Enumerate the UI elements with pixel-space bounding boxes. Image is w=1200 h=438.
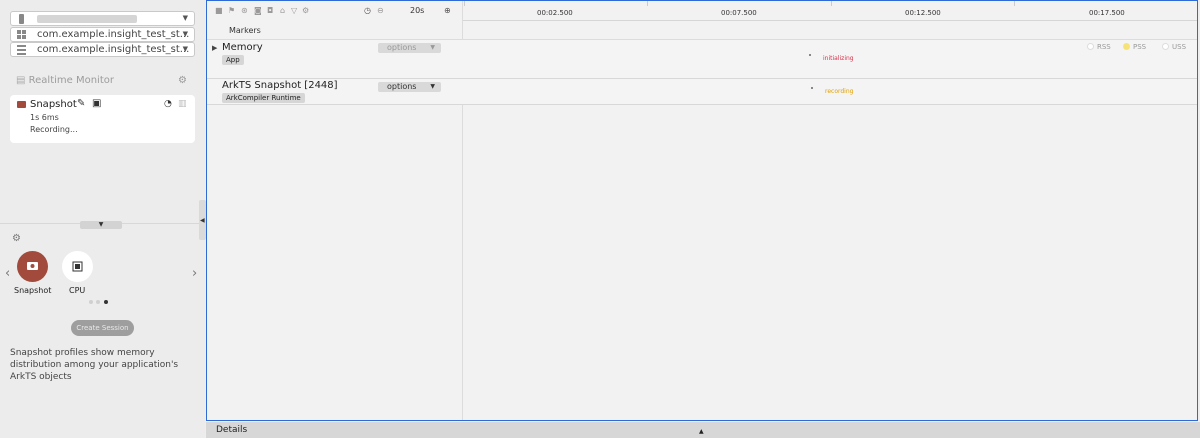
filter-icon[interactable]: ▽ (291, 6, 297, 15)
panel-resize-handle[interactable]: ◀ (199, 200, 206, 240)
legend-label: USS (1172, 43, 1187, 51)
legend-swatch (1087, 43, 1094, 50)
session-card[interactable]: Snapshot ✎ ▣ ◔ ▥ 1s 6ms Recording... (10, 95, 195, 143)
legend-rss[interactable]: RSS (1087, 43, 1111, 51)
zoom-in-icon[interactable]: ⊕ (444, 6, 451, 15)
track-tag: ArkCompiler Runtime (222, 93, 305, 103)
clock-icon[interactable]: ◷ (364, 6, 371, 15)
device-name-blurred (37, 15, 137, 23)
session-status: Recording... (30, 125, 78, 134)
zoom-out-icon[interactable]: ⊖ (377, 6, 384, 15)
ruler-tick (831, 1, 832, 6)
stop-icon[interactable]: ■ (215, 6, 223, 15)
edit-icon[interactable]: ✎ (77, 98, 85, 109)
chevron-down-icon: ▼ (182, 14, 188, 22)
expand-arrow-icon[interactable]: ▶ (212, 44, 217, 52)
realtime-monitor-section[interactable]: ▤ Realtime Monitor ⚙ (16, 75, 187, 86)
apps-icon (17, 30, 27, 40)
chevron-right-icon[interactable]: › (192, 266, 197, 281)
profiler-window: ▼ com.example.insight_test_st... ▼ com.e… (0, 0, 1200, 438)
snapshot-tool-button[interactable] (17, 251, 48, 282)
ruler-tick (464, 1, 465, 6)
legend-pss[interactable]: PSS (1123, 43, 1146, 51)
event-label: recording (825, 88, 854, 95)
tool-label-cpu: CPU (69, 286, 86, 295)
save-icon[interactable]: ▣ (92, 98, 101, 109)
event-label: initializing (823, 55, 854, 62)
options-label: options (387, 43, 417, 52)
track-tag: App (222, 55, 244, 65)
options-label: options (387, 82, 417, 91)
settings-icon[interactable]: ⚙ (302, 6, 309, 15)
cpu-tool-button[interactable] (62, 251, 93, 282)
page-dot[interactable] (89, 300, 93, 304)
duration-label: 20s (410, 6, 425, 15)
track-title: ArkTS Snapshot [2448] (222, 80, 338, 91)
settings-icon[interactable]: ⚙ (178, 75, 187, 86)
device-select[interactable]: ▼ (10, 11, 195, 26)
ruler-label: 00:02.500 (537, 9, 573, 17)
event-marker[interactable] (811, 87, 813, 89)
camera-icon (17, 101, 26, 108)
details-bar[interactable]: Details ▲ (206, 422, 1200, 438)
legend-uss[interactable]: USS (1162, 43, 1186, 51)
legend-label: RSS (1097, 43, 1111, 51)
app-select[interactable]: com.example.insight_test_st... ▼ (10, 27, 195, 42)
ruler-tick (647, 1, 648, 6)
process-icon (17, 45, 27, 55)
ruler-tick (1014, 1, 1015, 6)
chevron-up-icon[interactable]: ▲ (699, 424, 704, 438)
history-icon[interactable]: ◔ (164, 99, 172, 109)
chevron-down-icon: ▼ (182, 30, 188, 38)
legend-swatch (1162, 43, 1169, 50)
time-ruler[interactable]: 00:02.500 00:07.500 00:12.500 00:17.500 (463, 1, 1197, 21)
realtime-monitor-label: Realtime Monitor (28, 75, 114, 86)
process-select-value: com.example.insight_test_st... (37, 44, 190, 55)
collapse-handle[interactable]: ▼ (80, 221, 122, 229)
delete-icon[interactable]: ▥ (178, 99, 187, 109)
details-label: Details (216, 425, 248, 435)
ruler-label: 00:12.500 (905, 9, 941, 17)
event-marker[interactable] (809, 54, 811, 56)
legend-label: PSS (1133, 43, 1147, 51)
chevron-left-icon[interactable]: ‹ (5, 266, 10, 281)
settings-icon[interactable]: ⚙ (12, 233, 21, 244)
flag-icon[interactable]: ⚑ (228, 6, 235, 15)
process-select[interactable]: com.example.insight_test_st... ▼ (10, 42, 195, 57)
markers-label: Markers (229, 26, 261, 35)
chevron-down-icon: ▼ (182, 45, 188, 53)
page-dot-active[interactable] (104, 300, 108, 304)
create-session-button[interactable]: Create Session (71, 320, 134, 336)
ruler-label: 00:17.500 (1089, 9, 1125, 17)
session-duration: 1s 6ms (30, 113, 59, 122)
tool-label-snapshot: Snapshot (14, 286, 52, 295)
timeline-panel: ■ ⚑ ⊛ ◙ ◘ ⌂ ▽ ⚙ ◷ ⊖ 20s ⊕ 00:02.500 00:0… (206, 0, 1198, 421)
chevron-down-icon: ▼ (430, 83, 435, 90)
ruler-label: 00:07.500 (721, 9, 757, 17)
tool-description: Snapshot profiles show memory distributi… (10, 348, 179, 382)
gc-icon[interactable]: ⊛ (241, 6, 248, 15)
track-memory[interactable]: ▶ Memory App options ▼ initializing RSS … (207, 40, 1197, 79)
options-dropdown[interactable]: options ▼ (378, 82, 441, 92)
snapshot-icon[interactable]: ◘ (267, 6, 273, 15)
monitor-icon: ▤ (16, 75, 29, 86)
page-dot[interactable] (96, 300, 100, 304)
session-panel: ▼ com.example.insight_test_st... ▼ com.e… (0, 0, 206, 438)
chevron-down-icon: ▼ (430, 44, 435, 51)
session-title: Snapshot (30, 99, 77, 110)
legend-swatch (1123, 43, 1130, 50)
track-title: Memory (222, 42, 263, 53)
phone-icon (17, 14, 27, 24)
toolbar: ■ ⚑ ⊛ ◙ ◘ ⌂ ▽ ⚙ ◷ ⊖ 20s ⊕ (207, 1, 463, 21)
capture-icon[interactable]: ◙ (254, 6, 262, 15)
track-arkts-snapshot[interactable]: ArkTS Snapshot [2448] ArkCompiler Runtim… (207, 79, 1197, 105)
options-dropdown[interactable]: options ▼ (378, 43, 441, 53)
export-icon[interactable]: ⌂ (280, 6, 285, 15)
app-select-value: com.example.insight_test_st... (37, 29, 190, 40)
